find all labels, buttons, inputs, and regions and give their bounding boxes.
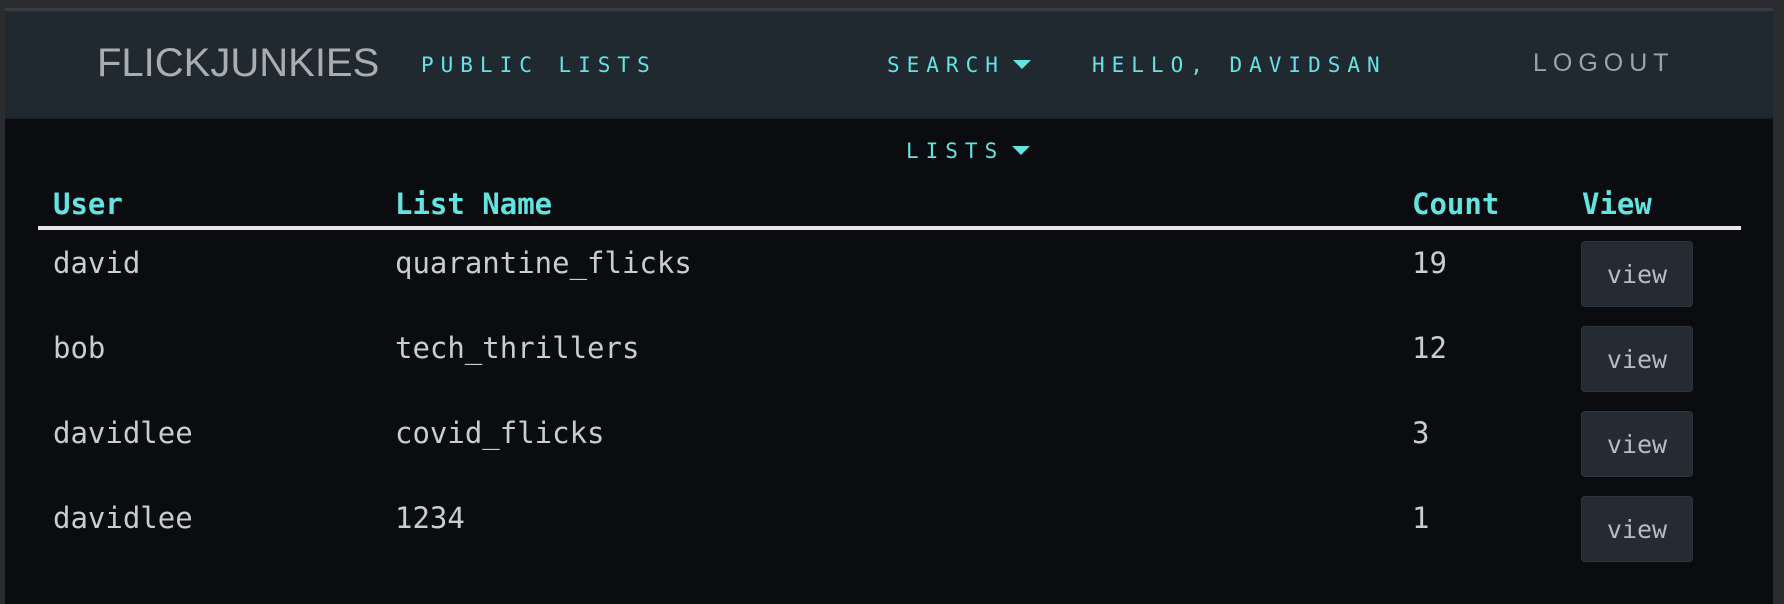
nav-user-greeting[interactable]: HELLO, DAVIDSAN: [1092, 53, 1387, 77]
cell-list-name: 1234: [395, 501, 465, 535]
top-navbar: FLICKJUNKIES PUBLIC LISTS SEARCH HELLO, …: [5, 11, 1773, 119]
header-view: View: [1582, 187, 1652, 221]
cell-user: david: [53, 246, 141, 280]
table-row: davidlee covid_flicks 3 view: [38, 400, 1741, 485]
header-list-name: List Name: [395, 187, 553, 221]
logout-link[interactable]: LOGOUT: [1533, 51, 1675, 76]
caret-down-icon: [1012, 145, 1031, 155]
cell-count: 3: [1412, 416, 1430, 450]
lists-dropdown-label: LISTS: [906, 139, 1005, 163]
view-button[interactable]: view: [1581, 241, 1693, 307]
cell-list-name: covid_flicks: [395, 416, 605, 450]
cell-user: bob: [53, 331, 106, 365]
cell-count: 1: [1412, 501, 1430, 535]
view-button[interactable]: view: [1581, 326, 1693, 392]
table-row: bob tech_thrillers 12 view: [38, 315, 1741, 400]
cell-user: davidlee: [53, 501, 193, 535]
table-header: User List Name Count View: [38, 186, 1741, 230]
header-user: User: [53, 187, 123, 221]
cell-user: davidlee: [53, 416, 193, 450]
nav-search-dropdown[interactable]: SEARCH: [887, 53, 1031, 77]
brand-logo[interactable]: FLICKJUNKIES: [97, 41, 379, 85]
table-row: david quarantine_flicks 19 view: [38, 230, 1741, 315]
caret-down-icon: [1012, 59, 1031, 69]
view-button[interactable]: view: [1581, 411, 1693, 477]
cell-list-name: tech_thrillers: [395, 331, 640, 365]
cell-count: 12: [1412, 331, 1447, 365]
nav-search-label: SEARCH: [887, 53, 1005, 77]
app-frame: FLICKJUNKIES PUBLIC LISTS SEARCH HELLO, …: [5, 8, 1773, 604]
lists-table: User List Name Count View david quaranti…: [38, 186, 1741, 570]
header-count: Count: [1412, 187, 1500, 221]
cell-count: 19: [1412, 246, 1447, 280]
cell-list-name: quarantine_flicks: [395, 246, 692, 280]
nav-public-lists[interactable]: PUBLIC LISTS: [421, 53, 657, 77]
view-button[interactable]: view: [1581, 496, 1693, 562]
lists-dropdown[interactable]: LISTS: [906, 139, 1031, 163]
table-row: davidlee 1234 1 view: [38, 485, 1741, 570]
